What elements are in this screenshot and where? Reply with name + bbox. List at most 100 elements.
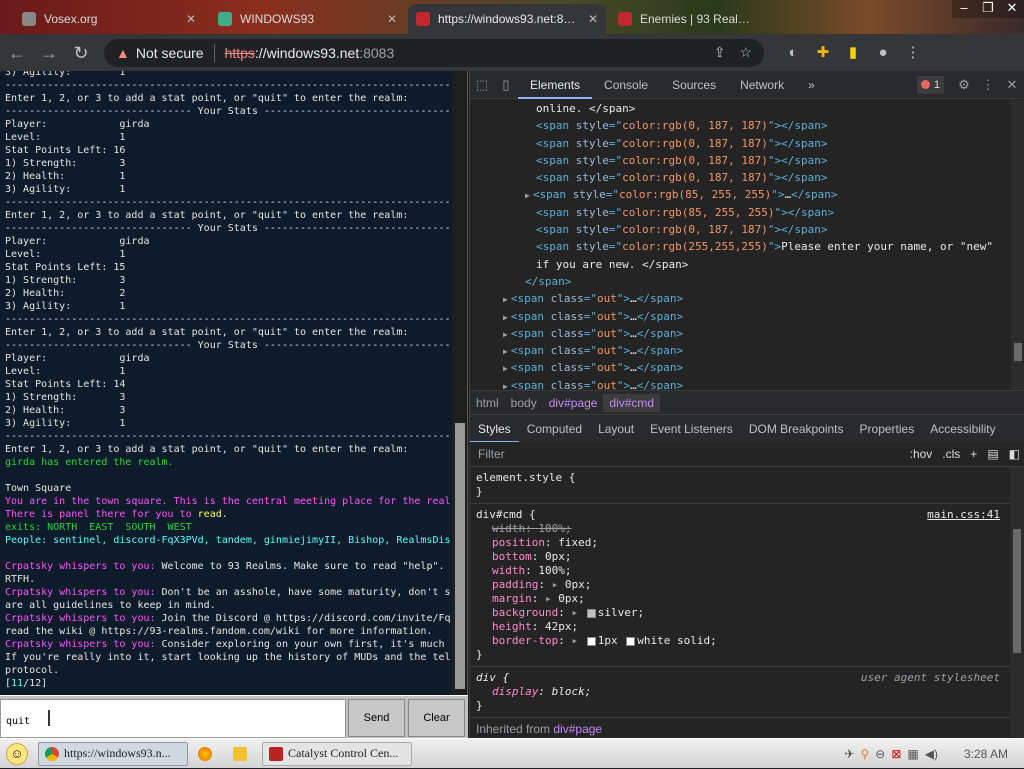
tab-dom-breakpoints[interactable]: DOM Breakpoints bbox=[741, 415, 852, 442]
warning-icon[interactable]: ▲ bbox=[116, 45, 130, 61]
elements-scrollbar[interactable] bbox=[1011, 100, 1024, 390]
browser-tab[interactable]: Vosex.org ✕ bbox=[14, 4, 204, 34]
tray-search-icon[interactable]: ⚲ bbox=[861, 747, 870, 761]
dom-node[interactable]: <span style="color:rgb(0, 187, 187)"></s… bbox=[470, 117, 1024, 134]
expand-triangle-icon[interactable]: ▸ bbox=[571, 634, 584, 647]
dom-node[interactable]: ▶ <span class="out">…</span> bbox=[470, 377, 1024, 390]
css-property-value[interactable]: white solid; bbox=[637, 634, 716, 647]
paint-icon[interactable]: ▤ bbox=[982, 447, 1003, 461]
tab-accessibility[interactable]: Accessibility bbox=[922, 415, 1003, 442]
tab-network[interactable]: Network bbox=[728, 71, 796, 99]
dom-node[interactable]: <span style="color:rgb(0, 187, 187)"></s… bbox=[470, 152, 1024, 169]
expand-triangle-icon[interactable]: ▶ bbox=[503, 347, 508, 356]
css-property-name[interactable]: padding bbox=[492, 578, 538, 591]
styles-scrollbar[interactable] bbox=[1010, 467, 1024, 739]
scrollbar-thumb[interactable] bbox=[455, 423, 465, 689]
expand-triangle-icon[interactable]: ▶ bbox=[503, 330, 508, 339]
sidebar-icon[interactable]: ▮ bbox=[838, 38, 868, 68]
back-arrow-icon[interactable]: ← bbox=[2, 38, 32, 68]
css-property-name[interactable]: position bbox=[492, 536, 545, 549]
tab-console[interactable]: Console bbox=[592, 71, 660, 99]
css-property-name[interactable]: bottom bbox=[492, 550, 532, 563]
dom-node[interactable]: ▶ <span class="out">…</span> bbox=[470, 290, 1024, 307]
css-property-name[interactable]: height bbox=[492, 620, 532, 633]
css-property-value[interactable]: 0px; bbox=[565, 578, 592, 591]
breadcrumb-body[interactable]: body bbox=[505, 396, 543, 410]
close-tab-icon[interactable]: ✕ bbox=[381, 12, 397, 26]
collapsed-ellipsis[interactable]: … bbox=[630, 327, 637, 340]
css-property-name[interactable]: width bbox=[492, 564, 525, 577]
scrollbar-thumb[interactable] bbox=[1014, 343, 1022, 361]
tab-computed[interactable]: Computed bbox=[519, 415, 590, 442]
close-tab-icon[interactable]: ✕ bbox=[582, 12, 598, 26]
styles-filter-input[interactable]: Filter bbox=[470, 447, 905, 461]
browser-tab-active[interactable]: https://windows93.net:8083 ✕ bbox=[408, 4, 606, 34]
close-window-icon[interactable]: ✕ bbox=[1000, 0, 1024, 18]
dom-node[interactable]: online. </span> bbox=[470, 100, 1024, 117]
taskbar-item-firefox[interactable] bbox=[192, 742, 223, 766]
rule-source-link[interactable]: main.css:41 bbox=[927, 508, 1000, 522]
taskbar-item-chrome[interactable]: https://windows93.n... bbox=[38, 741, 188, 766]
taskbar-item-explorer[interactable] bbox=[227, 742, 258, 766]
tab-properties[interactable]: Properties bbox=[852, 415, 923, 442]
css-declaration[interactable]: margin: ▸ 0px; bbox=[476, 592, 1004, 606]
expand-triangle-icon[interactable]: ▶ bbox=[503, 295, 508, 304]
css-property-value[interactable]: 100%; bbox=[538, 564, 571, 577]
hov-toggle[interactable]: :hov bbox=[905, 447, 938, 461]
terminal-scrollbar[interactable] bbox=[452, 71, 467, 695]
dom-node[interactable]: ▶ <span class="out">…</span> bbox=[470, 325, 1024, 342]
forward-arrow-icon[interactable]: → bbox=[34, 38, 64, 68]
share-icon[interactable]: ⇪ bbox=[714, 44, 726, 61]
css-property-name[interactable]: display bbox=[492, 685, 538, 698]
css-property-value[interactable]: 0px; bbox=[545, 550, 572, 563]
devtools-menu-icon[interactable]: ⋮ bbox=[976, 77, 1000, 93]
css-declaration[interactable]: bottom: 0px; bbox=[476, 550, 1004, 564]
tray-volume-icon[interactable]: ◀) bbox=[925, 747, 938, 761]
reload-icon[interactable]: ↻ bbox=[66, 38, 96, 68]
css-property-name[interactable]: width bbox=[492, 522, 525, 535]
css-property-value[interactable]: 42px; bbox=[545, 620, 578, 633]
tray-app-icon[interactable]: ✈ bbox=[844, 747, 854, 761]
tray-alert-icon[interactable]: ⊠ bbox=[891, 747, 901, 761]
inspect-element-icon[interactable]: ⬚ bbox=[470, 77, 494, 93]
profile-avatar-icon[interactable]: ● bbox=[868, 38, 898, 68]
css-declaration[interactable]: width: 100%; bbox=[476, 564, 1004, 578]
clear-button[interactable]: Clear bbox=[408, 699, 465, 737]
address-bar[interactable]: ▲ Not secure https ://windows93.net :808… bbox=[104, 38, 764, 67]
collapsed-ellipsis[interactable]: … bbox=[630, 344, 637, 357]
close-tab-icon[interactable]: ✕ bbox=[180, 12, 196, 26]
dom-node[interactable]: <span style="color:rgb(0, 187, 187)"></s… bbox=[470, 169, 1024, 186]
color-swatch-icon[interactable] bbox=[586, 636, 596, 646]
taskbar-item-catalyst[interactable]: Catalyst Control Cen... bbox=[262, 741, 412, 766]
menu-dots-icon[interactable]: ⋮ bbox=[898, 38, 928, 68]
tab-styles[interactable]: Styles bbox=[470, 415, 519, 442]
toggle-sidebar-icon[interactable]: ◧ bbox=[1004, 447, 1024, 461]
collapsed-ellipsis[interactable]: … bbox=[630, 292, 637, 305]
tray-network-icon[interactable]: ▦ bbox=[907, 747, 918, 761]
expand-triangle-icon[interactable]: ▶ bbox=[525, 191, 530, 200]
start-button[interactable]: ☺ bbox=[0, 739, 34, 769]
css-property-value[interactable]: fixed; bbox=[558, 536, 598, 549]
tray-minus-icon[interactable]: ⊖ bbox=[875, 747, 885, 761]
extensions-puzzle-icon[interactable]: ✚ bbox=[808, 38, 838, 68]
command-input[interactable]: quit bbox=[0, 699, 346, 738]
device-toolbar-icon[interactable]: ▯ bbox=[494, 77, 518, 93]
breadcrumb-html[interactable]: html bbox=[470, 396, 505, 410]
expand-triangle-icon[interactable]: ▶ bbox=[503, 364, 508, 373]
dom-node[interactable]: ▶ <span class="out">…</span> bbox=[470, 308, 1024, 325]
css-declaration[interactable]: position: fixed; bbox=[476, 536, 1004, 550]
maximize-icon[interactable]: ❐ bbox=[976, 0, 1000, 18]
expand-triangle-icon[interactable]: ▸ bbox=[552, 578, 565, 591]
browser-tab[interactable]: Enemies | 93 Realms bbox=[610, 4, 760, 34]
tab-elements[interactable]: Elements bbox=[518, 71, 593, 99]
rule-selector[interactable]: element.style { bbox=[476, 471, 1004, 485]
minimize-icon[interactable]: – bbox=[952, 0, 976, 18]
css-property-value[interactable]: 1px bbox=[598, 634, 625, 647]
dom-node[interactable]: <span style="color:rgb(0, 187, 187)"></s… bbox=[470, 135, 1024, 152]
scrollbar-thumb[interactable] bbox=[1013, 529, 1021, 653]
cls-toggle[interactable]: .cls bbox=[937, 447, 965, 461]
color-swatch-icon[interactable] bbox=[586, 608, 596, 618]
css-declaration[interactable]: height: 42px; bbox=[476, 620, 1004, 634]
dom-node[interactable]: ▶ <span class="out">…</span> bbox=[470, 359, 1024, 376]
css-property-name[interactable]: margin bbox=[492, 592, 532, 605]
